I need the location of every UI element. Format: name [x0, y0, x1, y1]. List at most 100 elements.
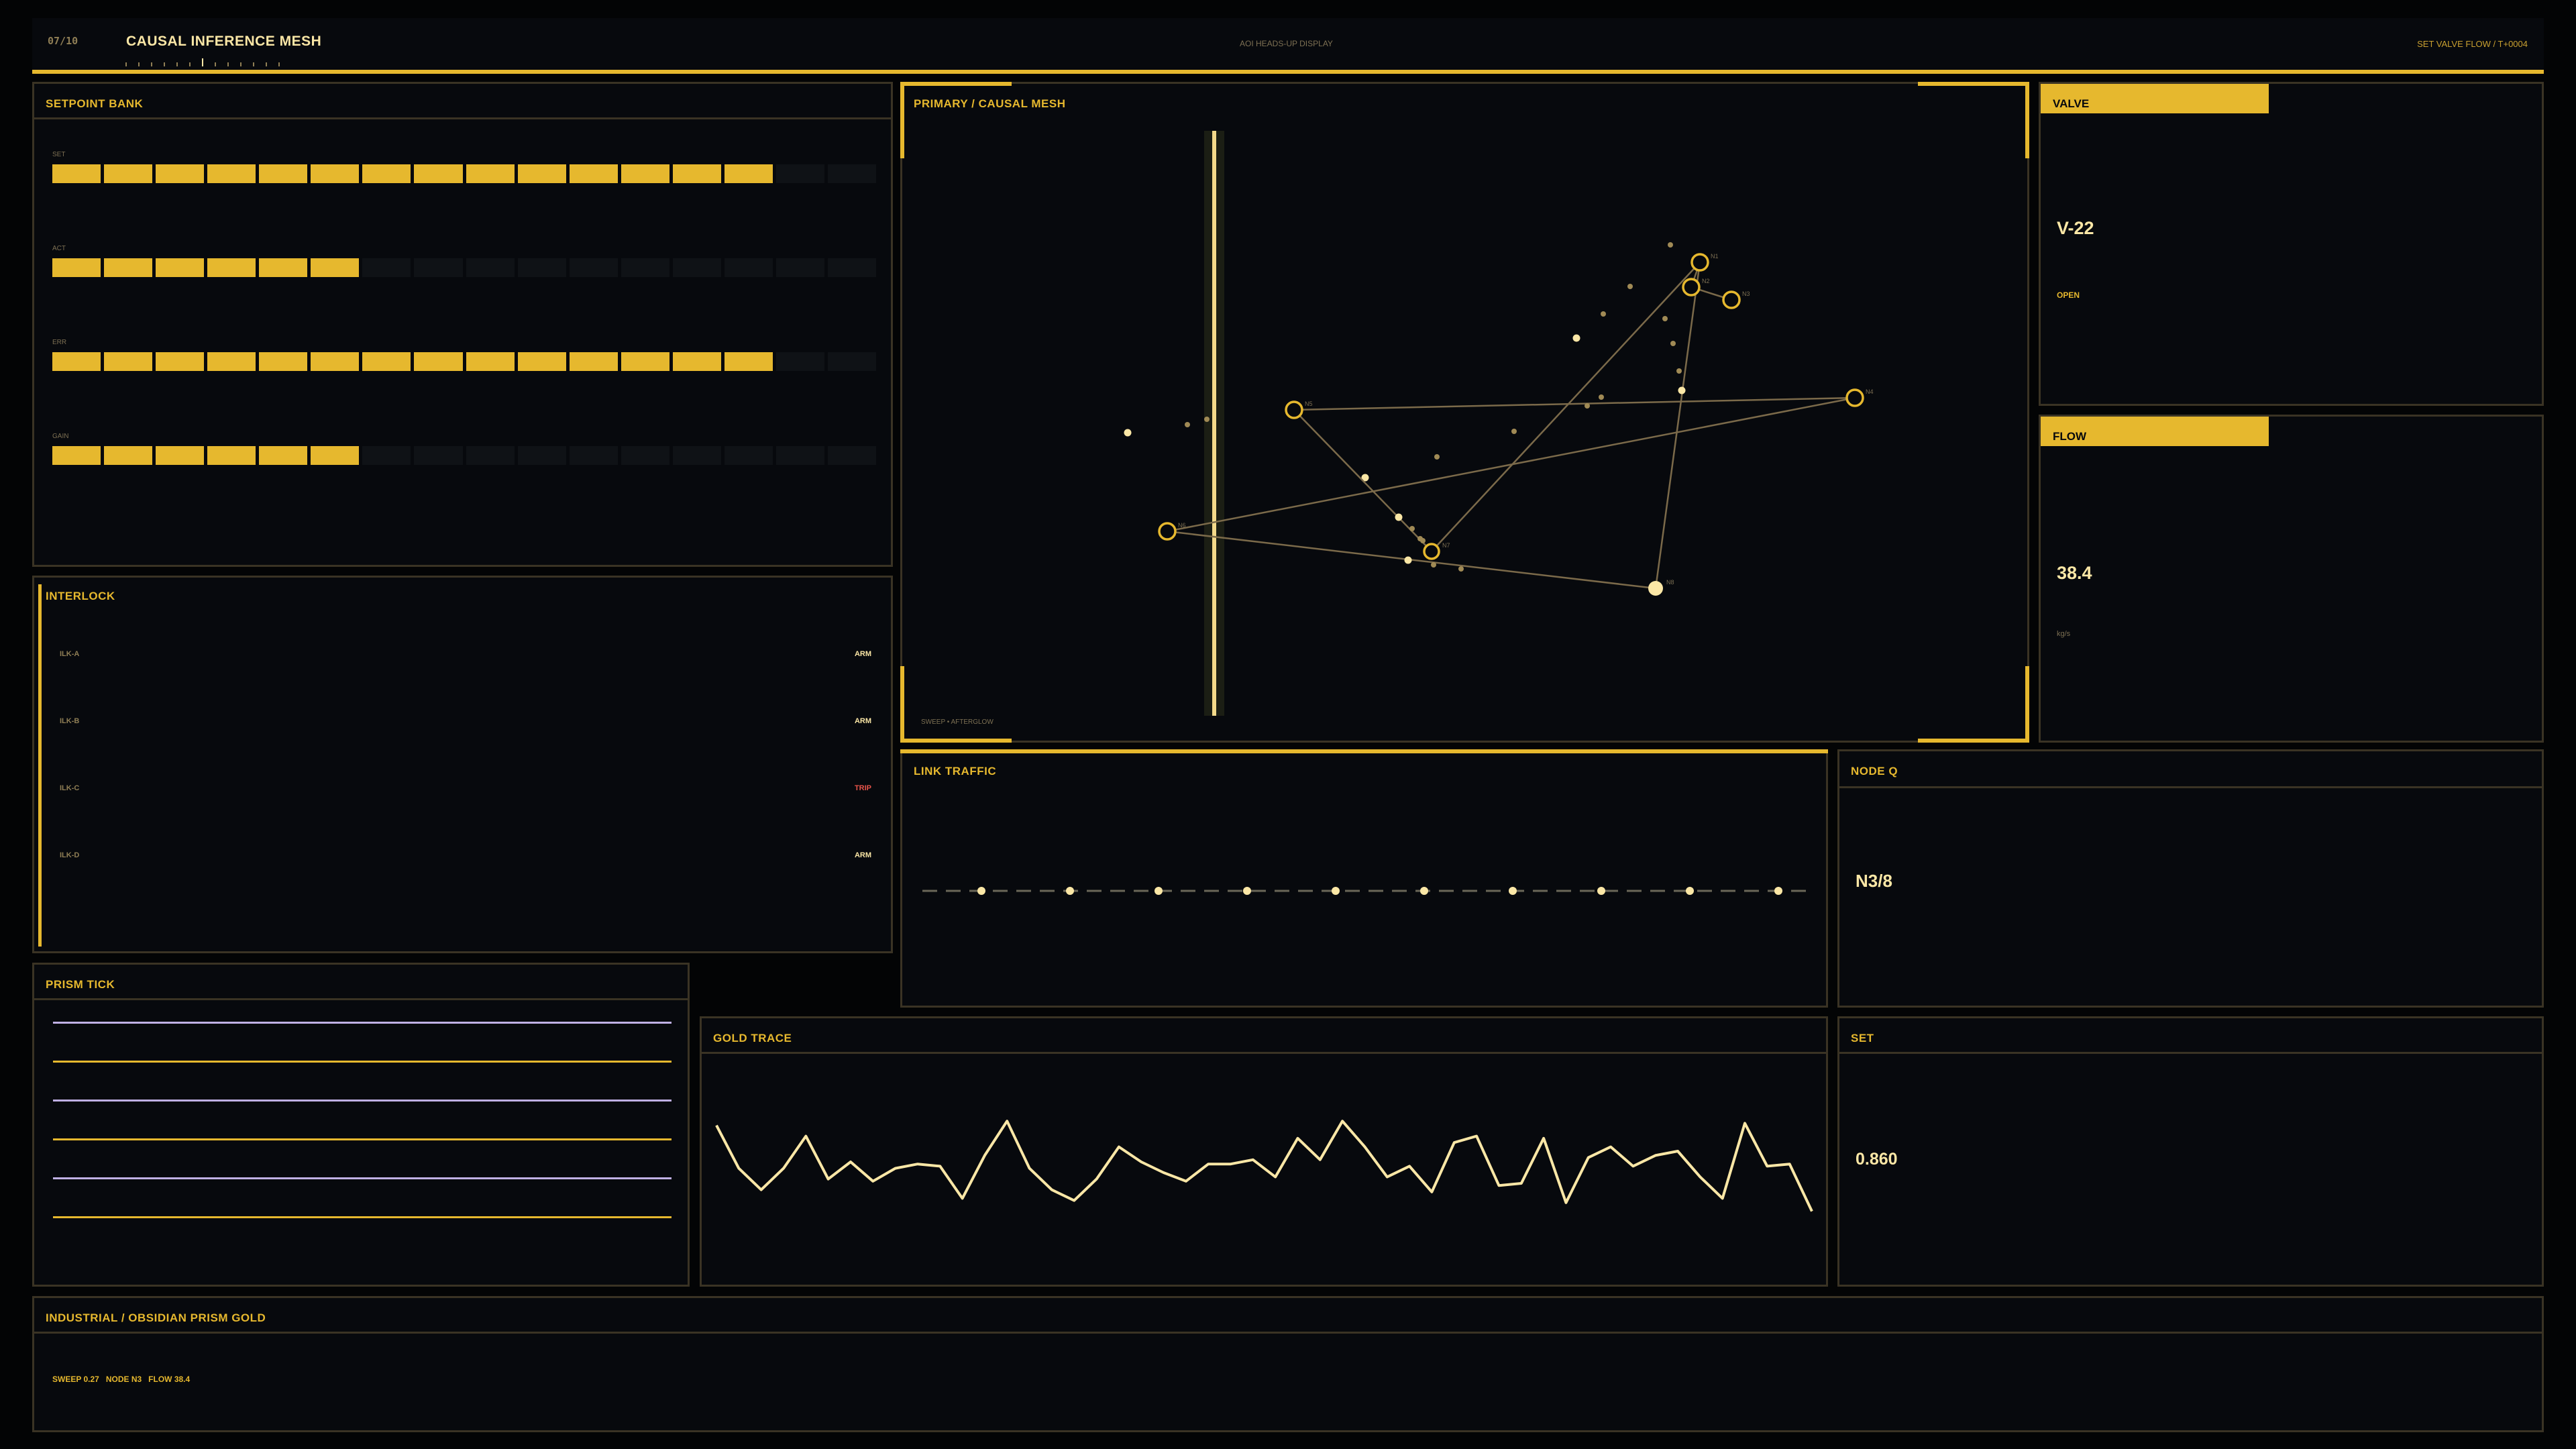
edge-pulse — [1204, 417, 1210, 422]
bar-segment — [827, 258, 876, 277]
bar-segment — [466, 164, 515, 183]
sweep-footer: SWEEP • AFTERGLOW — [921, 718, 994, 726]
bar-segment — [672, 164, 721, 183]
header-bar: 07/10 CAUSAL INFERENCE MESH AOI HEADS-UP… — [32, 18, 2544, 72]
mesh-node — [1285, 400, 1303, 419]
interlock-panel: INTERLOCK ILK-A ARM ILK-B ARM ILK-C TRIP ILK-D… — [32, 576, 893, 953]
mesh-edge — [1654, 262, 1701, 589]
bar-segment — [517, 446, 566, 465]
node-q-panel: NODE Q N3/8 — [1837, 749, 2544, 1008]
panel-title: FLOW — [2053, 430, 2087, 443]
bar-segment — [672, 352, 721, 371]
bar-segment — [414, 164, 463, 183]
bar-segment — [259, 164, 308, 183]
bar-segment — [517, 258, 566, 277]
panel-title: INDUSTRIAL / OBSIDIAN PRISM GOLD — [46, 1311, 266, 1324]
mesh-node-label: N6 — [1178, 522, 1186, 529]
bar-segment — [569, 352, 618, 371]
setpoint-label: ERR — [52, 339, 67, 346]
header-status: SET VALVE FLOW / T+0004 — [2417, 39, 2528, 49]
bar-segment — [775, 164, 824, 183]
trace-line — [715, 1120, 1813, 1212]
mesh-node-label: N7 — [1442, 542, 1450, 549]
setpoint-level-bar — [52, 446, 876, 465]
bar-segment — [311, 258, 360, 277]
setpoint-level-bar — [52, 164, 876, 183]
traffic-packet — [1155, 887, 1163, 895]
bar-segment — [569, 164, 618, 183]
valve-state: OPEN — [2057, 290, 2080, 300]
node-q-value: N3/8 — [1856, 871, 1892, 891]
bar-segment — [259, 446, 308, 465]
bar-segment — [724, 352, 773, 371]
edge-pulse — [1678, 386, 1686, 394]
bar-segment — [466, 352, 515, 371]
bar-segment — [362, 352, 411, 371]
bar-segment — [156, 446, 205, 465]
prism-tick-line — [53, 1061, 672, 1063]
bar-segment — [466, 446, 515, 465]
bar-segment — [104, 164, 153, 183]
edge-pulse — [1420, 538, 1426, 543]
bar-segment — [569, 258, 618, 277]
prism-tick-line — [53, 1177, 672, 1179]
traffic-packet — [977, 887, 985, 895]
interlock-state: ARM — [854, 717, 871, 725]
flow-panel: FLOW 38.4 kg/s — [2039, 415, 2544, 743]
set-value: 0.860 — [1856, 1150, 1898, 1169]
traffic-packet — [1774, 887, 1782, 895]
edge-pulse — [1409, 526, 1415, 531]
edge-pulse — [1676, 368, 1682, 374]
causal-mesh-panel: PRIMARY / CAUSAL MESH N1 N2 N3 N4 N5 N6 N7 N8 S… — [900, 82, 2029, 743]
bar-segment — [775, 258, 824, 277]
bar-segment — [362, 446, 411, 465]
panel-title: PRISM TICK — [46, 978, 115, 991]
mesh-node-label: N5 — [1305, 400, 1313, 407]
interlock-name: ILK-C — [60, 784, 80, 792]
bar-segment — [52, 164, 101, 183]
setpoint-label: ACT — [52, 245, 66, 252]
mesh-node-label: N4 — [1866, 388, 1874, 395]
interlock-row: ILK-A ARM — [60, 650, 871, 663]
gold-trace-panel: GOLD TRACE — [700, 1016, 1828, 1287]
bar-segment — [207, 258, 256, 277]
interlock-name: ILK-A — [60, 650, 80, 658]
setpoint-label: GAIN — [52, 433, 69, 440]
bar-segment — [104, 258, 153, 277]
header-subtitle: AOI HEADS-UP DISPLAY — [1240, 39, 1333, 48]
divider — [34, 117, 891, 119]
bar-segment — [621, 258, 669, 277]
bar-segment — [156, 258, 205, 277]
bar-segment — [724, 258, 773, 277]
bar-segment — [672, 258, 721, 277]
bar-segment — [724, 446, 773, 465]
bar-segment — [775, 352, 824, 371]
traffic-packet — [1686, 887, 1694, 895]
edge-pulse — [1185, 422, 1190, 427]
bar-segment — [52, 258, 101, 277]
interlock-state: ARM — [854, 851, 871, 859]
edge-pulse — [1668, 242, 1673, 248]
bar-segment — [517, 352, 566, 371]
page-counter: 07/10 — [48, 35, 78, 47]
accent-bar — [38, 584, 42, 947]
interlock-row: ILK-C TRIP — [60, 784, 871, 798]
prism-tick-line — [53, 1022, 672, 1024]
bar-segment — [207, 446, 256, 465]
link-traffic-panel: LINK TRAFFIC — [900, 749, 1828, 1008]
bar-segment — [311, 446, 360, 465]
mesh-node — [1845, 388, 1864, 407]
divider — [1839, 786, 2542, 788]
bar-segment — [104, 446, 153, 465]
bar-segment — [621, 446, 669, 465]
mesh-node — [1722, 290, 1741, 309]
bar-segment — [156, 352, 205, 371]
bar-segment — [156, 164, 205, 183]
panel-title: SETPOINT BANK — [46, 97, 144, 110]
prism-tick-panel: PRISM TICK — [32, 963, 690, 1287]
edge-pulse — [1599, 394, 1604, 400]
bar-segment — [311, 164, 360, 183]
bar-segment — [414, 258, 463, 277]
header-rule — [32, 70, 2544, 74]
bar-segment — [259, 258, 308, 277]
